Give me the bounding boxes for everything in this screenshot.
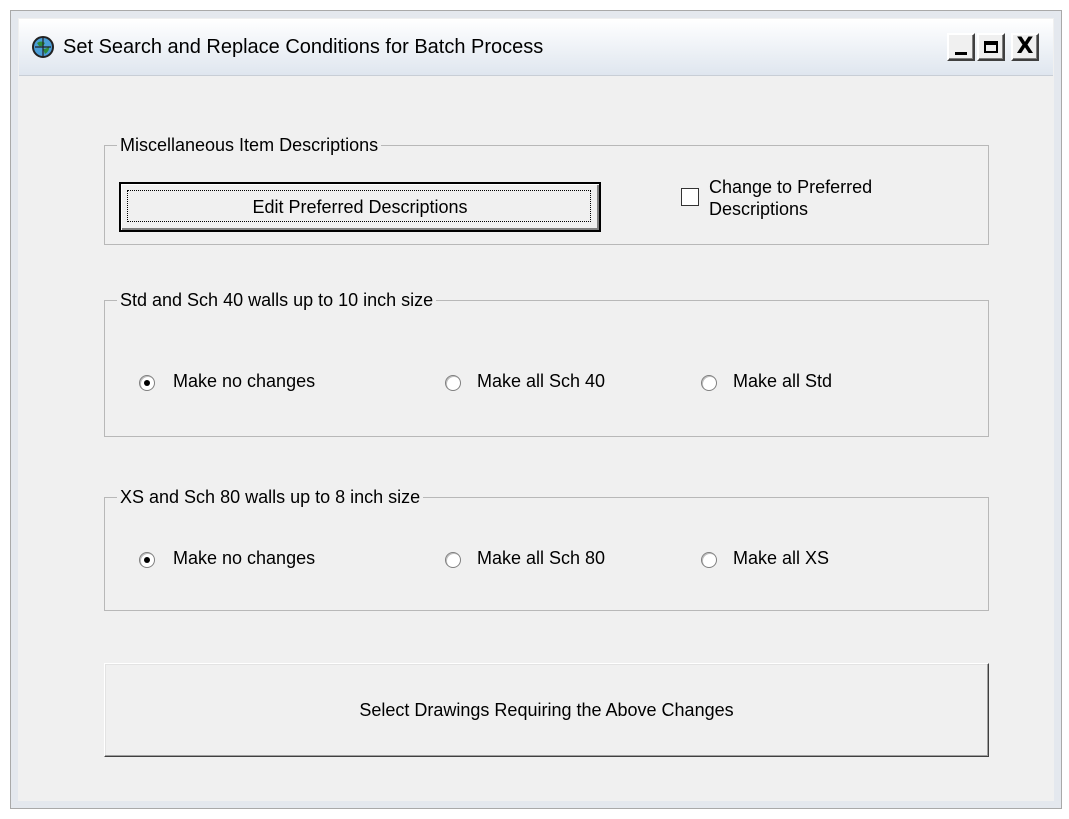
dialog-window: Set Search and Replace Conditions for Ba… xyxy=(10,10,1062,809)
radio-label: Make all Sch 80 xyxy=(477,548,606,568)
radio-label: Make no changes xyxy=(173,548,316,568)
select-drawings-button[interactable]: Select Drawings Requiring the Above Chan… xyxy=(104,663,989,757)
button-label: Edit Preferred Descriptions xyxy=(252,196,468,217)
radio-label: Make all Sch 40 xyxy=(477,371,606,391)
checkbox-label: Change to Preferred Descriptions xyxy=(709,177,873,219)
radio-label: Make all XS xyxy=(733,548,830,568)
xs-sch80-group: XS and Sch 80 walls up to 8 inch size Ma… xyxy=(104,486,989,611)
radio-button[interactable] xyxy=(445,552,461,568)
radio-button[interactable] xyxy=(701,552,717,568)
minimize-button[interactable] xyxy=(947,33,975,61)
maximize-icon xyxy=(984,41,998,53)
close-icon: X xyxy=(1016,34,1034,59)
title-bar[interactable]: Set Search and Replace Conditions for Ba… xyxy=(19,19,1053,76)
radio-label: Make no changes xyxy=(173,371,316,391)
misc-item-descriptions-group: Miscellaneous Item Descriptions Edit Pre… xyxy=(104,134,989,245)
change-to-preferred-checkbox[interactable] xyxy=(681,188,699,206)
close-button[interactable]: X xyxy=(1011,33,1039,61)
maximize-button[interactable] xyxy=(977,33,1005,61)
window-title: Set Search and Replace Conditions for Ba… xyxy=(63,36,544,58)
edit-preferred-descriptions-button[interactable]: Edit Preferred Descriptions xyxy=(119,182,601,232)
radio-button[interactable] xyxy=(139,552,155,568)
group-legend: Std and Sch 40 walls up to 10 inch size xyxy=(117,289,437,311)
group-legend: XS and Sch 80 walls up to 8 inch size xyxy=(117,486,424,508)
radio-button[interactable] xyxy=(139,375,155,391)
minimize-icon xyxy=(955,51,967,55)
group-legend: Miscellaneous Item Descriptions xyxy=(117,134,382,156)
radio-button[interactable] xyxy=(445,375,461,391)
radio-button[interactable] xyxy=(701,375,717,391)
button-label: Select Drawings Requiring the Above Chan… xyxy=(359,699,734,720)
radio-label: Make all Std xyxy=(733,371,833,391)
globe-icon xyxy=(32,36,54,58)
std-sch40-group: Std and Sch 40 walls up to 10 inch size … xyxy=(104,289,989,437)
